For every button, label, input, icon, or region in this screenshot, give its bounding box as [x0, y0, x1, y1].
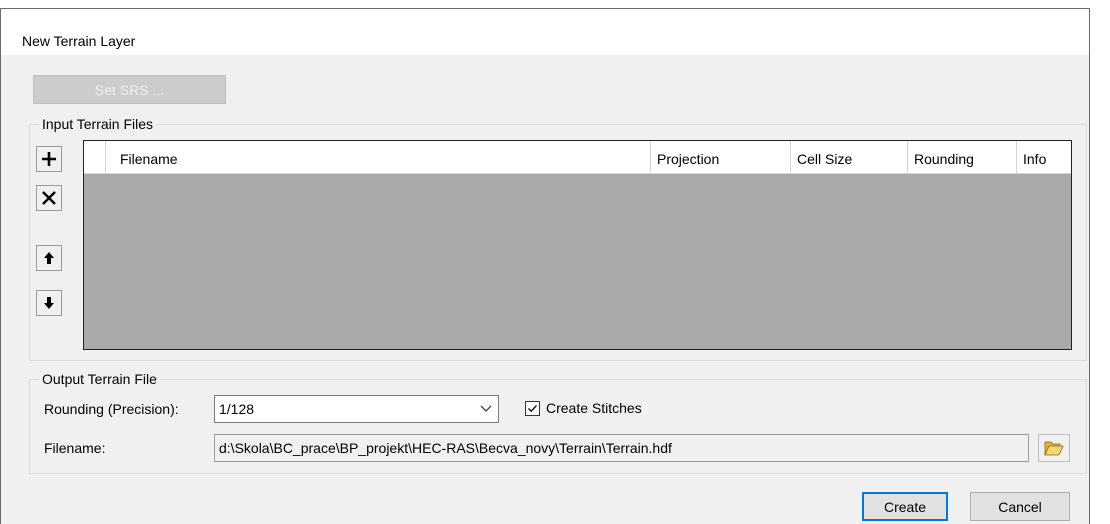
close-icon: [42, 191, 56, 205]
row-header-corner: [84, 141, 106, 173]
browse-button[interactable]: [1038, 434, 1070, 462]
dialog-title: New Terrain Layer: [22, 33, 136, 49]
create-stitches-label: Create Stitches: [546, 400, 642, 416]
column-header-cell-size[interactable]: Cell Size: [791, 141, 908, 173]
output-terrain-file-label: Output Terrain File: [39, 371, 160, 387]
filename-label: Filename:: [44, 440, 106, 456]
set-srs-button[interactable]: Set SRS ...: [33, 75, 226, 104]
column-header-filename[interactable]: Filename: [106, 141, 651, 173]
input-terrain-files-label: Input Terrain Files: [39, 116, 157, 132]
cancel-button[interactable]: Cancel: [970, 492, 1070, 521]
move-up-button[interactable]: [36, 245, 62, 271]
remove-file-button[interactable]: [36, 185, 62, 211]
arrow-up-icon: [44, 252, 54, 264]
rounding-label: Rounding (Precision):: [44, 401, 179, 417]
new-terrain-layer-dialog: New Terrain Layer Set SRS ... Input Terr…: [0, 8, 1090, 524]
create-button[interactable]: Create: [862, 492, 948, 521]
folder-open-icon: [1044, 441, 1064, 456]
create-stitches-option[interactable]: Create Stitches: [525, 400, 642, 416]
column-header-projection[interactable]: Projection: [651, 141, 791, 173]
add-icon: [42, 152, 56, 166]
output-filename-field[interactable]: d:\Skola\BC_prace\BP_projekt\HEC-RAS\Bec…: [214, 434, 1029, 462]
add-file-button[interactable]: [36, 146, 62, 172]
create-stitches-checkbox[interactable]: [525, 400, 540, 416]
column-header-rounding[interactable]: Rounding: [908, 141, 1017, 173]
column-header-info[interactable]: Info: [1017, 141, 1071, 173]
table-body: [84, 174, 1071, 349]
move-down-button[interactable]: [36, 290, 62, 316]
terrain-files-table[interactable]: Filename Projection Cell Size Rounding I…: [83, 140, 1072, 350]
rounding-value: 1/128: [219, 401, 255, 417]
chevron-down-icon: [480, 405, 492, 412]
rounding-select[interactable]: 1/128: [214, 395, 499, 423]
table-header: Filename Projection Cell Size Rounding I…: [84, 141, 1071, 174]
checkmark-icon: [528, 404, 537, 412]
arrow-down-icon: [44, 297, 54, 309]
title-bar: New Terrain Layer: [1, 9, 1089, 55]
output-filename-value: d:\Skola\BC_prace\BP_projekt\HEC-RAS\Bec…: [219, 440, 672, 456]
